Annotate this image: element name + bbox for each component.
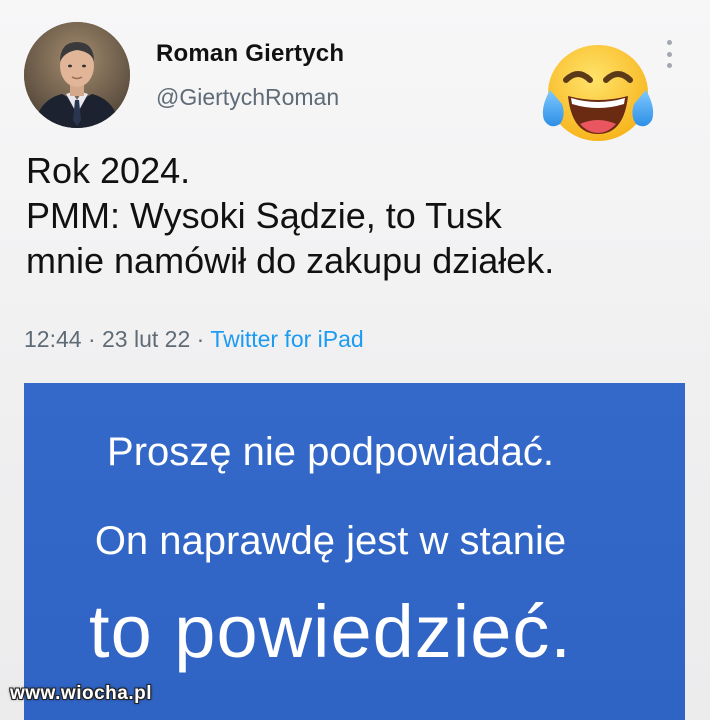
tweet-text-line: Rok 2024. <box>26 150 191 191</box>
author-name[interactable]: Roman Giertych <box>156 40 344 68</box>
tweet-time[interactable]: 12:44 <box>24 326 82 352</box>
tweet-meta: 12:44 · 23 lut 22 · Twitter for iPad <box>24 326 364 353</box>
more-options-icon[interactable] <box>664 40 674 68</box>
tweet-text-line: PMM: Wysoki Sądzie, to Tusk <box>26 195 502 236</box>
tweet-text-line: mnie namówił do zakupu działek. <box>26 240 555 281</box>
meme-caption-line: Proszę nie podpowiadać. <box>107 430 554 474</box>
tweet-card: Roman Giertych @GiertychRoman Rok 2024. … <box>0 0 710 720</box>
meta-separator: · <box>196 326 205 352</box>
tweet-date[interactable]: 23 lut 22 <box>102 326 190 352</box>
meme-caption-large: to powiedzieć. <box>89 590 572 673</box>
meme-caption-line: On naprawdę jest w stanie <box>94 519 567 563</box>
meta-separator: · <box>87 326 96 352</box>
avatar-portrait-icon <box>24 22 130 128</box>
author-handle[interactable]: @GiertychRoman <box>156 84 339 111</box>
tweet-text: Rok 2024. PMM: Wysoki Sądzie, to Tusk mn… <box>26 148 686 283</box>
tweet-source-link[interactable]: Twitter for iPad <box>210 326 363 352</box>
laughing-tears-emoji-icon <box>536 38 656 148</box>
avatar[interactable] <box>24 22 130 128</box>
watermark: www.wiocha.pl <box>10 683 152 704</box>
